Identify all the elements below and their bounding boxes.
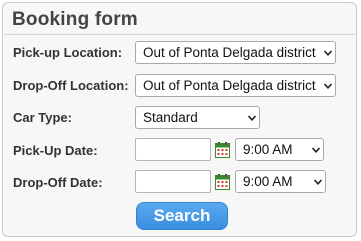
dropoff-location-select[interactable]: Out of Ponta Delgada district: [135, 74, 336, 97]
pickup-date-input[interactable]: [135, 138, 211, 161]
chevron-down-icon: [324, 49, 332, 56]
pickup-time-select[interactable]: 9:00 AM: [235, 138, 324, 161]
car-type-select[interactable]: Standard: [135, 106, 260, 129]
pickup-time-value: 9:00 AM: [243, 142, 293, 157]
dropoff-time-value: 9:00 AM: [243, 174, 293, 189]
title-divider: [4, 34, 355, 35]
chevron-down-icon: [314, 178, 322, 185]
pickup-location-select[interactable]: Out of Ponta Delgada district: [135, 41, 336, 64]
dropoff-date-label: Drop-Off Date:: [13, 175, 103, 190]
dropoff-date-input[interactable]: [135, 170, 211, 193]
car-type-value: Standard: [143, 110, 198, 125]
pickup-location-value: Out of Ponta Delgada district: [143, 45, 316, 60]
dropoff-location-value: Out of Ponta Delgada district: [143, 78, 316, 93]
calendar-icon[interactable]: [215, 174, 230, 190]
calendar-icon[interactable]: [215, 142, 230, 158]
dropoff-time-select[interactable]: 9:00 AM: [235, 170, 326, 193]
dropoff-location-label: Drop-Off Location:: [13, 78, 129, 93]
search-button[interactable]: Search: [136, 202, 228, 230]
chevron-down-icon: [324, 82, 332, 89]
pickup-location-label: Pick-up Location:: [13, 45, 123, 60]
chevron-down-icon: [312, 146, 320, 153]
pickup-date-label: Pick-Up Date:: [13, 143, 98, 158]
booking-form: Booking form Pick-up Location: Out of Po…: [2, 2, 357, 237]
chevron-down-icon: [248, 114, 256, 121]
form-title: Booking form: [12, 9, 138, 30]
car-type-label: Car Type:: [13, 110, 72, 125]
